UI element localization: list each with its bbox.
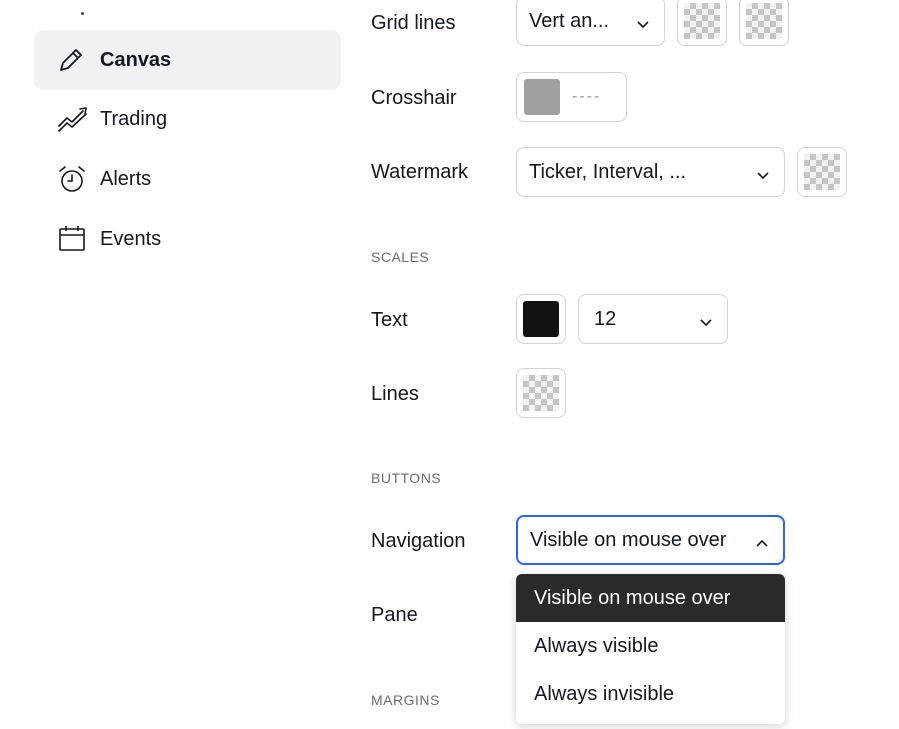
scales-text-color-swatch xyxy=(523,301,559,337)
scales-lines-label: Lines xyxy=(371,383,419,405)
crosshair-color-swatch xyxy=(524,79,560,115)
grid-lines-value: Vert an... xyxy=(529,9,610,32)
scales-font-size-value: 12 xyxy=(594,307,617,330)
buttons-section-title: BUTTONS xyxy=(371,470,442,486)
sidebar-item-label: Trading xyxy=(100,107,168,130)
dropdown-option-always-invisible[interactable]: Always invisible xyxy=(516,670,785,718)
sidebar-item-label: Events xyxy=(100,227,162,250)
grid-lines-label: Grid lines xyxy=(371,12,456,34)
scales-text-label: Text xyxy=(371,309,408,331)
crosshair-line-style: ---- xyxy=(572,88,602,105)
navigation-select[interactable]: Visible on mouse over xyxy=(516,515,785,565)
sidebar-item-trading[interactable]: Trading xyxy=(34,89,341,149)
transparent-swatch xyxy=(684,3,720,39)
chevron-down-icon xyxy=(636,14,650,37)
dropdown-option-visible-on-mouse-over[interactable]: Visible on mouse over xyxy=(516,574,785,622)
crosshair-style-button[interactable]: ---- xyxy=(516,72,627,122)
sidebar-item-canvas[interactable]: Canvas xyxy=(34,30,341,90)
grid-vert-color-button[interactable] xyxy=(677,0,727,46)
sidebar-item-label: Alerts xyxy=(100,167,152,190)
watermark-color-button[interactable] xyxy=(797,147,847,197)
margins-section-title: MARGINS xyxy=(371,692,440,708)
chevron-up-icon xyxy=(755,533,769,556)
navigation-dropdown-menu: Visible on mouse over Always visible Alw… xyxy=(516,574,785,724)
watermark-label: Watermark xyxy=(371,161,469,183)
navigation-label: Navigation xyxy=(371,530,466,552)
crosshair-label: Crosshair xyxy=(371,87,457,109)
sidebar-item-events[interactable]: Events xyxy=(34,209,341,269)
scales-text-color-button[interactable] xyxy=(516,294,566,344)
sidebar-dot xyxy=(81,12,84,15)
navigation-value: Visible on mouse over xyxy=(530,528,727,551)
transparent-swatch xyxy=(746,3,782,39)
chevron-down-icon xyxy=(756,165,770,188)
chevron-down-icon xyxy=(699,312,713,335)
scales-section-title: SCALES xyxy=(371,249,430,265)
calendar-icon xyxy=(56,222,90,256)
scales-font-size-select[interactable]: 12 xyxy=(578,294,728,344)
transparent-swatch xyxy=(523,375,559,411)
dropdown-option-always-visible[interactable]: Always visible xyxy=(516,622,785,670)
pencil-icon xyxy=(56,43,90,77)
watermark-value: Ticker, Interval, ... xyxy=(529,160,687,183)
sidebar-item-label: Canvas xyxy=(100,48,172,71)
sidebar-item-alerts[interactable]: Alerts xyxy=(34,149,341,209)
transparent-swatch xyxy=(804,154,840,190)
alarm-clock-icon xyxy=(56,162,90,196)
grid-horz-color-button[interactable] xyxy=(739,0,789,46)
trading-icon xyxy=(56,102,90,136)
scales-lines-color-button[interactable] xyxy=(516,368,566,418)
grid-lines-select[interactable]: Vert an... xyxy=(516,0,665,46)
pane-label: Pane xyxy=(371,604,418,626)
watermark-select[interactable]: Ticker, Interval, ... xyxy=(516,147,785,197)
